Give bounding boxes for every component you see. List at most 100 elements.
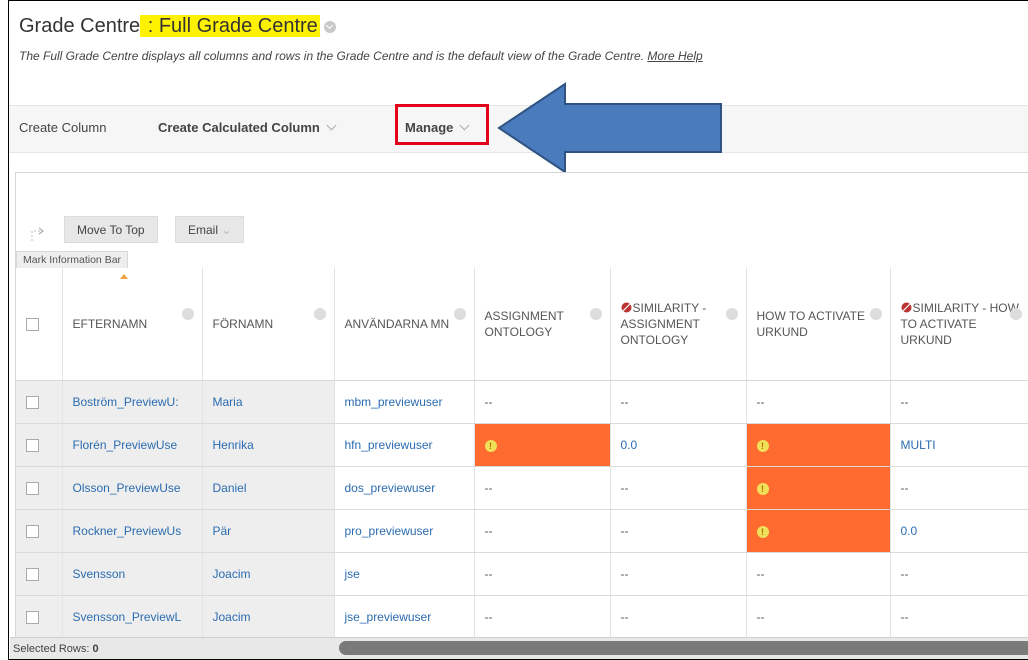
grade-cell[interactable]: -- [890, 595, 1028, 639]
table-row: Rockner_PreviewUs Pär pro_previewuser --… [16, 509, 1028, 553]
grade-cell[interactable]: -- [474, 466, 611, 510]
row-checkbox[interactable] [26, 525, 39, 539]
row-checkbox[interactable] [26, 396, 39, 410]
firstname-cell[interactable]: Joacim [202, 595, 335, 639]
column-header-label: SIMILARITY - ASSIGNMENT ONTOLOGY [620, 301, 707, 347]
grade-cell[interactable]: -- [746, 552, 891, 596]
column-header-label: SIMILARITY - HOW TO ACTIVATE URKUND [900, 301, 1019, 347]
grade-cell[interactable]: -- [746, 595, 891, 639]
needs-grading-icon: ! [756, 526, 769, 538]
row-checkbox[interactable] [26, 482, 39, 496]
column-header-label: EFTERNAMN [72, 317, 148, 331]
row-select-cell [16, 552, 63, 596]
chevron-down-icon[interactable] [725, 308, 738, 320]
selected-rows-count: 0 [92, 643, 99, 655]
lastname-cell[interactable]: Svensson [62, 552, 203, 596]
firstname-cell[interactable]: Maria [202, 380, 335, 424]
column-header[interactable]: SIMILARITY - HOW TO ACTIVATE URKUND [890, 268, 1028, 381]
column-header[interactable]: HOW TO ACTIVATE URKUND [746, 268, 891, 381]
username-cell[interactable]: mbm_previewuser [334, 380, 475, 424]
lastname-cell[interactable]: Florén_PreviewUse [62, 423, 203, 467]
chevron-down-icon[interactable] [869, 308, 882, 320]
table-row: Olsson_PreviewUse Daniel dos_previewuser… [16, 466, 1028, 510]
column-header-label: ASSIGNMENT ONTOLOGY [484, 309, 564, 339]
create-calculated-column-label: Create Calculated Column [158, 120, 320, 135]
username-cell[interactable]: hfn_previewuser [334, 423, 475, 467]
grade-cell[interactable]: MULTI [890, 423, 1028, 467]
username-cell[interactable]: jse_previewuser [334, 595, 475, 639]
grade-cell[interactable]: -- [890, 380, 1028, 424]
grade-cell[interactable]: -- [610, 509, 747, 553]
chevron-down-icon: ⌄ [221, 223, 232, 237]
grade-cell[interactable]: -- [610, 380, 747, 424]
firstname-cell[interactable]: Pär [202, 509, 335, 553]
column-header[interactable]: EFTERNAMN [62, 268, 203, 381]
column-header[interactable]: SIMILARITY - ASSIGNMENT ONTOLOGY [610, 268, 747, 381]
username-cell[interactable]: jse [334, 552, 475, 596]
chevron-down-icon[interactable] [181, 308, 194, 320]
lastname-cell[interactable]: Boström_PreviewU: [62, 380, 203, 424]
grade-cell-needs-grading[interactable]: ! [746, 466, 891, 510]
row-checkbox[interactable] [26, 439, 39, 453]
needs-grading-icon: ! [756, 440, 769, 452]
chevron-down-icon [326, 120, 337, 131]
grade-cell[interactable]: -- [474, 595, 611, 639]
firstname-cell[interactable]: Joacim [202, 552, 335, 596]
more-help-link[interactable]: More Help [647, 49, 702, 63]
create-column-button[interactable]: Create Column [19, 120, 106, 135]
grade-cell[interactable]: -- [610, 552, 747, 596]
email-button[interactable]: Email ⌄ [175, 216, 245, 243]
row-select-cell [16, 466, 63, 510]
move-to-top-button[interactable]: Move To Top [64, 216, 158, 243]
grade-cell[interactable]: -- [474, 509, 611, 553]
chevron-down-icon[interactable] [589, 308, 602, 320]
column-header[interactable]: ANVÄNDARNA MN [334, 268, 475, 381]
chevron-down-icon[interactable] [1009, 308, 1022, 320]
grade-cell[interactable]: -- [610, 466, 747, 510]
move-arrow-icon [31, 227, 44, 241]
page-description: The Full Grade Centre displays all colum… [19, 49, 703, 63]
not-visible-icon [621, 302, 631, 313]
chevron-down-icon[interactable] [323, 21, 336, 33]
select-all-checkbox[interactable] [26, 318, 39, 332]
table-header-row: EFTERNAMN FÖRNAMN ANVÄNDARNA MN ASSIGNME… [16, 268, 1028, 381]
create-calculated-column-button[interactable]: Create Calculated Column [158, 120, 337, 135]
grade-cell[interactable]: -- [474, 552, 611, 596]
row-checkbox[interactable] [26, 568, 39, 582]
row-checkbox[interactable] [26, 611, 39, 625]
needs-grading-icon: ! [484, 440, 497, 452]
grade-cell[interactable]: 0.0 [890, 509, 1028, 553]
email-label: Email [188, 223, 219, 237]
grade-grid-panel: Move To Top Email ⌄ Mark Information Bar… [15, 172, 1028, 654]
grade-cell[interactable]: -- [746, 380, 891, 424]
horizontal-scrollbar[interactable] [339, 641, 1028, 655]
chevron-down-icon[interactable] [313, 308, 326, 320]
grade-cell[interactable]: -- [890, 466, 1028, 510]
username-cell[interactable]: pro_previewuser [334, 509, 475, 553]
username-cell[interactable]: dos_previewuser [334, 466, 475, 510]
lastname-cell[interactable]: Olsson_PreviewUse [62, 466, 203, 510]
column-header-label: ANVÄNDARNA MN [344, 317, 450, 331]
grade-cell[interactable]: -- [610, 595, 747, 639]
grade-cell[interactable]: -- [474, 380, 611, 424]
sort-asc-icon [119, 274, 128, 279]
grade-cell-needs-grading[interactable]: ! [474, 423, 611, 467]
row-select-cell [16, 380, 63, 424]
select-all-header [16, 268, 63, 381]
description-text: The Full Grade Centre displays all colum… [19, 49, 644, 63]
grade-cell[interactable]: 0.0 [610, 423, 747, 467]
column-header[interactable]: FÖRNAMN [202, 268, 335, 381]
selected-rows-label: Selected Rows: [13, 643, 90, 655]
grade-cell-needs-grading[interactable]: ! [746, 423, 891, 467]
grade-cell[interactable]: -- [890, 552, 1028, 596]
lastname-cell[interactable]: Svensson_PreviewL [62, 595, 203, 639]
column-header[interactable]: ASSIGNMENT ONTOLOGY [474, 268, 611, 381]
title-highlight: Full Grade Centre [158, 15, 318, 37]
column-header-label: HOW TO ACTIVATE URKUND [756, 309, 865, 339]
firstname-cell[interactable]: Henrika [202, 423, 335, 467]
grade-cell-needs-grading[interactable]: ! [746, 509, 891, 553]
firstname-cell[interactable]: Daniel [202, 466, 335, 510]
chevron-down-icon[interactable] [453, 308, 466, 320]
lastname-cell[interactable]: Rockner_PreviewUs [62, 509, 203, 553]
arrow-left-icon [497, 82, 722, 174]
